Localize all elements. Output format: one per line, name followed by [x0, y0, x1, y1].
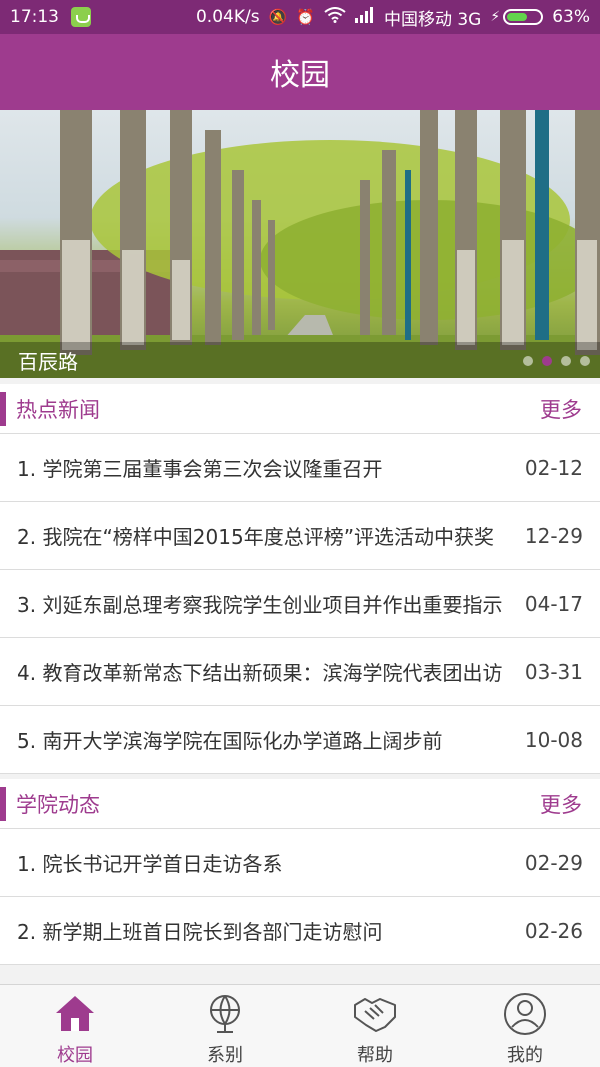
handshake-icon [354, 998, 396, 1032]
news-title: 3. 刘延东副总理考察我院学生创业项目并作出重要指示 [17, 593, 503, 617]
news-title: 1. 学院第三届董事会第三次会议隆重召开 [17, 457, 383, 481]
news-item[interactable]: 2. 新学期上班首日院长到各部门走访慰问 02-26 [0, 897, 600, 965]
news-item[interactable]: 4. 教育改革新常态下结出新硕果：滨海学院代表团出访 03-31 [0, 638, 600, 706]
college-news-header: 学院动态 更多 [0, 779, 600, 829]
news-item[interactable]: 2. 我院在“榜样中国2015年度总评榜”评选活动中获奖 12-29 [0, 502, 600, 570]
news-title: 2. 新学期上班首日院长到各部门走访慰问 [17, 920, 383, 944]
battery-icon [503, 9, 544, 25]
wifi-icon [324, 7, 346, 27]
bottom-tab-bar: 校园 系别 帮助 我的 [0, 984, 600, 1067]
news-date: 02-29 [524, 850, 583, 875]
banner-carousel[interactable]: 百辰路 [0, 110, 600, 378]
user-icon [504, 993, 546, 1035]
tab-label: 我的 [507, 1045, 543, 1066]
tab-label: 校园 [57, 1045, 93, 1066]
carousel-dot-active[interactable] [542, 356, 552, 366]
section-accent-bar [0, 391, 6, 426]
carousel-dot[interactable] [523, 356, 533, 366]
home-icon [56, 996, 94, 1031]
tab-label: 系别 [207, 1045, 243, 1066]
tab-profile[interactable]: 我的 [450, 985, 600, 1067]
hot-news-more-link[interactable]: 更多 [540, 394, 582, 424]
news-title: 1. 院长书记开学首日走访各系 [17, 852, 283, 876]
news-title: 4. 教育改革新常态下结出新硕果：滨海学院代表团出访 [17, 661, 503, 685]
news-date: 04-17 [524, 591, 583, 616]
news-title: 5. 南开大学滨海学院在国际化办学道路上阔步前 [17, 729, 443, 753]
charging-icon: ⚡ [490, 9, 501, 25]
section-title: 热点新闻 [16, 397, 100, 422]
tab-campus[interactable]: 校园 [0, 985, 150, 1067]
tab-help[interactable]: 帮助 [300, 985, 450, 1067]
hot-news-header: 热点新闻 更多 [0, 384, 600, 434]
carousel-indicator [523, 356, 590, 366]
alarm-icon: ⏰ [296, 8, 315, 26]
battery-percent: 63% [552, 7, 590, 27]
tab-departments[interactable]: 系别 [150, 985, 300, 1067]
news-item[interactable]: 5. 南开大学滨海学院在国际化办学道路上阔步前 10-08 [0, 706, 600, 774]
news-item[interactable]: 1. 学院第三届董事会第三次会议隆重召开 02-12 [0, 434, 600, 502]
college-news-more-link[interactable]: 更多 [540, 789, 582, 819]
news-item[interactable]: 3. 刘延东副总理考察我院学生创业项目并作出重要指示 04-17 [0, 570, 600, 638]
carousel-dot[interactable] [561, 356, 571, 366]
network-speed: 0.04K/s [195, 7, 260, 27]
news-title: 2. 我院在“榜样中国2015年度总评榜”评选活动中获奖 [17, 525, 495, 549]
carrier-label: 中国移动 3G [383, 9, 482, 30]
banner-caption: 百辰路 [0, 342, 600, 378]
banner-image [0, 110, 600, 378]
news-date: 02-26 [524, 918, 583, 943]
status-bar: 17:13 0.04K/s 🔕 ⏰ 中国移动 3G ⚡ 63% [0, 0, 600, 34]
page-title: 校园 [270, 58, 330, 93]
notification-app-icon [71, 7, 91, 27]
section-accent-bar [0, 786, 6, 821]
news-date: 10-08 [524, 727, 583, 752]
globe-icon [210, 995, 240, 1033]
carousel-dot[interactable] [580, 356, 590, 366]
news-item[interactable]: 1. 院长书记开学首日走访各系 02-29 [0, 829, 600, 897]
mute-icon: 🔕 [268, 8, 288, 26]
tab-label: 帮助 [357, 1045, 393, 1066]
header-bar: 校园 [0, 34, 600, 110]
news-date: 03-31 [524, 659, 583, 684]
news-date: 12-29 [524, 523, 583, 548]
signal-icon [354, 6, 375, 28]
section-title: 学院动态 [16, 792, 100, 817]
news-date: 02-12 [524, 455, 583, 480]
status-time: 17:13 [10, 7, 59, 27]
